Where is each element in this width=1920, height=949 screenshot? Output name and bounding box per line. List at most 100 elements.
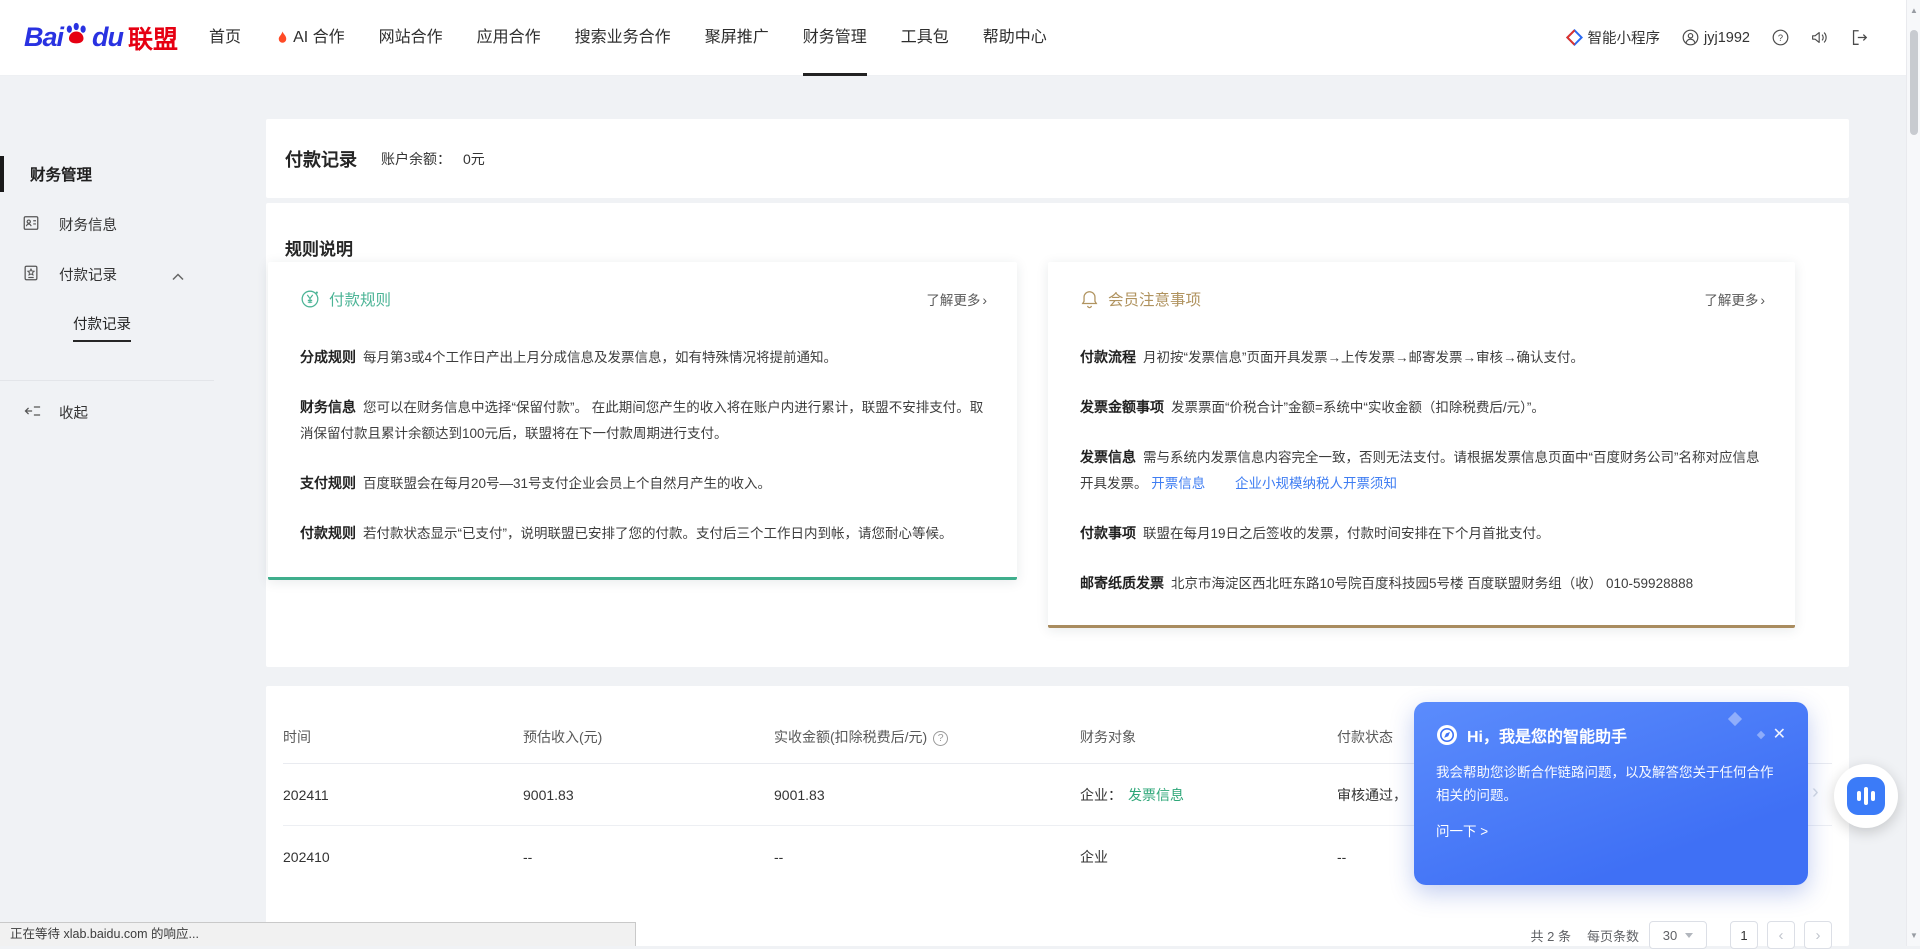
member-notice-card: 会员注意事项 了解更多› 付款流程月初按“发票信息”页面开具发票→上传发票→邮寄… xyxy=(1048,262,1795,628)
chevron-up-icon[interactable] xyxy=(172,268,184,286)
per-page-select[interactable]: 30 xyxy=(1649,921,1707,949)
speaker-icon xyxy=(1811,29,1829,46)
nav-item-finance-management[interactable]: 财务管理 xyxy=(786,0,884,76)
account-balance-value: 0元 xyxy=(463,149,485,169)
assistant-floating-button[interactable] xyxy=(1834,764,1898,828)
column-header-finance-object: 财务对象 xyxy=(1080,727,1337,747)
member-notice-card-header: 会员注意事项 了解更多› xyxy=(1080,288,1765,310)
previous-page-button[interactable]: ‹ xyxy=(1767,921,1795,949)
paw-icon xyxy=(64,21,90,45)
cell-time: 202411 xyxy=(283,787,523,803)
nav-item-ai-cooperation[interactable]: AI 合作 xyxy=(258,0,362,76)
vertical-scrollbar[interactable]: ▲ ▼ xyxy=(1906,0,1920,946)
topbar-right: 智能小程序 jyj1992 ? xyxy=(1544,27,1868,48)
cell-finance-object: 企业：发票信息 xyxy=(1080,785,1337,805)
cell-actual: -- xyxy=(774,849,1080,865)
next-page-button[interactable]: › xyxy=(1804,921,1832,949)
help-icon: ? xyxy=(1772,29,1789,46)
sidebar-item-finance-info[interactable]: 财务信息 xyxy=(0,206,214,240)
assistant-message: 我会帮助您诊断合作链路问题，以及解答您关于任何合作相关的问题。 xyxy=(1436,761,1776,807)
sidebar: 财务管理 财务信息 付款记录 付款记录 xyxy=(0,76,214,946)
logo-text-union: 联盟 xyxy=(128,20,178,56)
nav-item-home[interactable]: 首页 xyxy=(192,0,258,76)
sidebar-item-payment-records[interactable]: 付款记录 xyxy=(0,256,214,290)
mini-program-link[interactable]: 智能小程序 xyxy=(1566,27,1661,48)
pagination: 共 2 条 每页条数 30 1 ‹ › xyxy=(1531,921,1832,949)
sidebar-divider xyxy=(0,380,214,381)
nav-item-website-cooperation[interactable]: 网站合作 xyxy=(362,0,460,76)
chevron-right-icon[interactable]: › xyxy=(1812,781,1819,804)
payment-rules-card: 付款规则 了解更多› 分成规则每月第3或4个工作日产出上月分成信息及发票信息，如… xyxy=(268,262,1017,580)
sidebar-collapse-button[interactable]: 收起 xyxy=(0,394,214,428)
scroll-down-arrow-icon[interactable]: ▼ xyxy=(1907,931,1920,940)
rule-paragraph: 分成规则每月第3或4个工作日产出上月分成信息及发票信息，如有特殊情况将提前通知。 xyxy=(300,344,987,371)
logo-text-bai: Bai xyxy=(24,22,63,53)
baidu-union-logo[interactable]: Bai du 联盟 xyxy=(24,20,178,56)
small-taxpayer-notice-link[interactable]: 企业小规模纳税人开票须知 xyxy=(1235,476,1397,491)
notice-paragraph: 发票金额事项发票票面“价税合计”金额=系统中“实收金额（扣除税费后/元）”。 xyxy=(1080,394,1765,421)
cell-finance-object: 企业 xyxy=(1080,847,1337,867)
logout-button[interactable] xyxy=(1851,29,1868,46)
total-count: 共 2 条 xyxy=(1531,926,1571,945)
coin-yuan-icon xyxy=(300,289,320,309)
cell-estimated: -- xyxy=(523,849,774,865)
active-section-indicator xyxy=(0,156,4,192)
svg-text:?: ? xyxy=(1778,33,1783,43)
finance-info-icon xyxy=(22,214,40,237)
cell-actual: 9001.83 xyxy=(774,787,1080,803)
help-button[interactable]: ? xyxy=(1772,29,1789,46)
browser-status-bar: 正在等待 xlab.baidu.com 的响应... xyxy=(0,922,636,946)
logout-icon xyxy=(1851,29,1868,46)
announcement-button[interactable] xyxy=(1811,29,1829,46)
page-title: 付款记录 xyxy=(285,146,357,172)
nav-item-screen-promotion[interactable]: 聚屏推广 xyxy=(688,0,786,76)
payment-rules-card-header: 付款规则 了解更多› xyxy=(300,288,987,310)
top-navigation-bar: Bai du 联盟 首页 AI 合作 网站合作 应用合作 搜索业务合作 聚屏推广… xyxy=(0,0,1920,76)
chevron-right-icon: › xyxy=(982,292,987,308)
assistant-popup: Hi，我是您的智能助手 ✕ 我会帮助您诊断合作链路问题，以及解答您关于任何合作相… xyxy=(1414,702,1808,885)
collapse-icon xyxy=(24,403,42,424)
invoice-info-table-link[interactable]: 发票信息 xyxy=(1128,787,1184,803)
assistant-title: Hi，我是您的智能助手 xyxy=(1467,723,1627,747)
rules-cards: 付款规则 了解更多› 分成规则每月第3或4个工作日产出上月分成信息及发票信息，如… xyxy=(268,262,1795,628)
rules-section-title: 规则说明 xyxy=(285,235,353,260)
nav-item-search-cooperation[interactable]: 搜索业务合作 xyxy=(558,0,688,76)
notice-paragraph: 邮寄纸质发票北京市海淀区西北旺东路10号院百度科技园5号楼 百度联盟财务组（收）… xyxy=(1080,570,1765,597)
bell-icon xyxy=(1080,289,1099,309)
cell-estimated: 9001.83 xyxy=(523,787,774,803)
payment-rules-more-link[interactable]: 了解更多› xyxy=(926,289,987,309)
nav-item-help-center[interactable]: 帮助中心 xyxy=(966,0,1064,76)
column-header-time: 时间 xyxy=(283,727,523,747)
assistant-bot-icon xyxy=(1847,777,1885,815)
flame-icon xyxy=(275,30,290,46)
notice-paragraph: 发票信息需与系统内发票信息内容完全一致，否则无法支付。请根据发票信息页面中“百度… xyxy=(1080,444,1765,497)
close-icon[interactable]: ✕ xyxy=(1773,727,1786,743)
nav-item-toolkit[interactable]: 工具包 xyxy=(884,0,966,76)
assistant-popup-header: Hi，我是您的智能助手 ✕ xyxy=(1436,723,1786,747)
member-notice-body: 付款流程月初按“发票信息”页面开具发票→上传发票→邮寄发票→审核→确认支付。 发… xyxy=(1080,344,1765,597)
member-notice-more-link[interactable]: 了解更多› xyxy=(1704,289,1765,309)
scrollbar-thumb[interactable] xyxy=(1910,30,1918,135)
notice-paragraph: 付款事项联盟在每月19日之后签收的发票，付款时间安排在下个月首批支付。 xyxy=(1080,520,1765,547)
notice-paragraph: 付款流程月初按“发票信息”页面开具发票→上传发票→邮寄发票→审核→确认支付。 xyxy=(1080,344,1765,371)
invoice-info-link[interactable]: 开票信息 xyxy=(1151,476,1205,491)
tooltip-help-icon[interactable]: ? xyxy=(933,731,948,746)
nav-item-app-cooperation[interactable]: 应用合作 xyxy=(460,0,558,76)
rule-paragraph: 付款规则若付款状态显示“已支付”，说明联盟已安排了您的付款。支付后三个工作日内到… xyxy=(300,520,987,547)
cell-time: 202410 xyxy=(283,849,523,865)
assistant-ask-button[interactable]: 问一下 > xyxy=(1436,820,1786,840)
main-nav: 首页 AI 合作 网站合作 应用合作 搜索业务合作 聚屏推广 财务管理 工具包 … xyxy=(192,0,1064,76)
chevron-down-icon xyxy=(1685,933,1693,938)
page-number-button[interactable]: 1 xyxy=(1730,921,1758,949)
user-icon xyxy=(1682,29,1699,46)
payment-rules-body: 分成规则每月第3或4个工作日产出上月分成信息及发票信息，如有特殊情况将提前通知。… xyxy=(300,344,987,547)
column-header-estimated-income: 预估收入(元) xyxy=(523,727,774,747)
logo-text-du: du xyxy=(92,22,123,53)
rule-paragraph: 支付规则百度联盟会在每月20号—31号支付企业会员上个自然月产生的收入。 xyxy=(300,470,987,497)
scroll-up-arrow-icon[interactable]: ▲ xyxy=(1907,6,1920,15)
sidebar-subitem-payment-records[interactable]: 付款记录 xyxy=(73,313,131,334)
member-notice-title: 会员注意事项 xyxy=(1108,288,1201,310)
payment-rules-title: 付款规则 xyxy=(329,288,391,310)
per-page-label: 每页条数 xyxy=(1587,926,1639,945)
user-account[interactable]: jyj1992 xyxy=(1682,29,1750,46)
